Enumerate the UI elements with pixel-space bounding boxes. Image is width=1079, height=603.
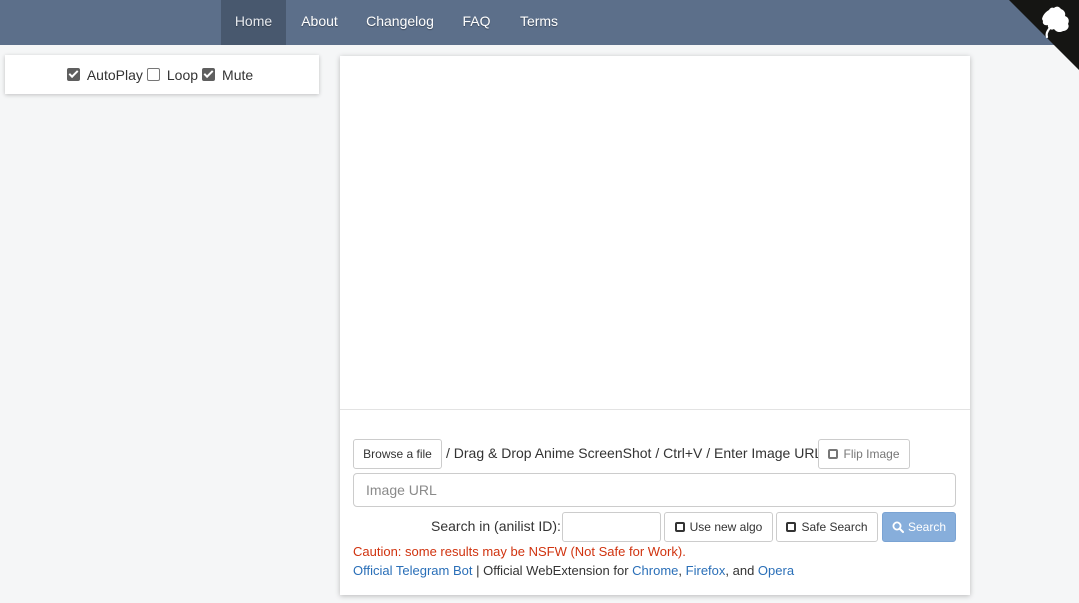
top-navbar: Home About Changelog FAQ Terms (0, 0, 1079, 45)
loop-checkbox[interactable] (146, 68, 160, 81)
new-algo-checkbox-icon (674, 522, 685, 532)
search-button[interactable]: Search (882, 512, 956, 542)
github-octocat-icon (1009, 0, 1079, 70)
search-card: Browse a file / Drag & Drop Anime Screen… (340, 56, 970, 595)
image-drop-preview[interactable] (340, 56, 970, 410)
nav-home[interactable]: Home (221, 0, 286, 45)
nav-faq[interactable]: FAQ (454, 0, 499, 45)
safe-search-checkbox-icon (786, 522, 797, 532)
autoplay-checkbox[interactable] (66, 68, 80, 81)
opera-link[interactable]: Opera (758, 563, 794, 578)
mute-checkbox[interactable] (202, 68, 216, 81)
nav-about[interactable]: About (293, 0, 346, 45)
anilist-id-input[interactable] (562, 512, 661, 542)
footer-links: Official Telegram Bot | Official WebExte… (353, 563, 794, 578)
flip-image-button[interactable]: Flip Image (818, 439, 910, 469)
anilist-id-label: Search in (anilist ID): (431, 518, 561, 534)
chrome-link[interactable]: Chrome (632, 563, 678, 578)
telegram-bot-link[interactable]: Official Telegram Bot (353, 563, 472, 578)
footer-separator: | (472, 563, 484, 578)
nav-changelog[interactable]: Changelog (357, 0, 443, 45)
search-button-label: Search (907, 520, 947, 534)
new-algo-label: Use new algo (689, 520, 763, 534)
loop-label: Loop (166, 66, 199, 83)
browse-file-button[interactable]: Browse a file (353, 439, 442, 469)
firefox-link[interactable]: Firefox (686, 563, 726, 578)
upload-instructions: / Drag & Drop Anime ScreenShot / Ctrl+V … (446, 445, 823, 461)
mute-label: Mute (222, 66, 254, 83)
nsfw-caution-text: Caution: some results may be NSFW (Not S… (353, 544, 686, 559)
browse-file-label: Browse a file (363, 447, 432, 461)
autoplay-label: AutoPlay (86, 66, 143, 83)
nav-terms[interactable]: Terms (510, 0, 568, 45)
player-options-row: AutoPlay Loop Mute (5, 55, 319, 94)
new-algo-toggle[interactable]: Use new algo (664, 512, 773, 542)
image-url-input[interactable] (353, 473, 956, 507)
flip-checkbox-icon (828, 449, 839, 459)
search-icon (892, 521, 904, 533)
safe-search-label: Safe Search (801, 520, 868, 534)
webextension-prefix: Official WebExtension for (483, 563, 633, 578)
player-options-panel: AutoPlay Loop Mute (5, 55, 319, 94)
github-corner-link[interactable] (1009, 0, 1079, 70)
flip-image-label: Flip Image (843, 447, 900, 461)
safe-search-toggle[interactable]: Safe Search (776, 512, 878, 542)
footer-and: , and (725, 563, 758, 578)
footer-comma: , (678, 563, 686, 578)
